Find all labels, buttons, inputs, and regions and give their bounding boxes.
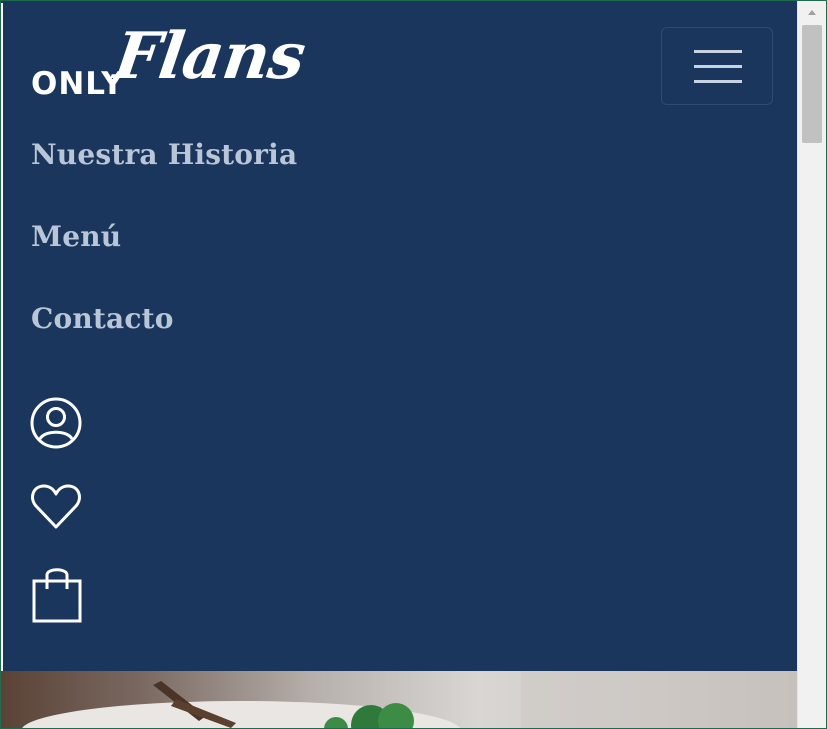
scrollbar-thumb[interactable] — [802, 25, 822, 143]
hamburger-menu-icon-bar — [694, 80, 742, 83]
page-viewport: ONLY Flans Nuestra Historia Menú Contact… — [1, 1, 797, 728]
user-account-icon[interactable] — [29, 395, 85, 451]
brand-logo[interactable]: ONLY Flans — [29, 19, 349, 115]
heart-favorites-icon[interactable] — [29, 479, 85, 535]
browser-frame: ONLY Flans Nuestra Historia Menú Contact… — [0, 0, 827, 729]
nav-link-menu[interactable]: Menú — [31, 223, 121, 251]
hamburger-menu-icon-bar — [694, 65, 742, 68]
nav-link-nuestra-historia[interactable]: Nuestra Historia — [31, 141, 297, 169]
hero-image — [1, 671, 797, 728]
navbar-toggler-button[interactable] — [661, 27, 773, 105]
hamburger-menu-icon — [694, 50, 742, 53]
scroll-up-arrow-icon[interactable] — [798, 1, 826, 23]
nav-link-contacto[interactable]: Contacto — [31, 305, 174, 333]
brand-logo-name: Flans — [109, 19, 310, 94]
vertical-scrollbar[interactable] — [797, 1, 826, 728]
navbar: ONLY Flans Nuestra Historia Menú Contact… — [3, 1, 797, 671]
shopping-bag-icon[interactable] — [29, 561, 85, 623]
